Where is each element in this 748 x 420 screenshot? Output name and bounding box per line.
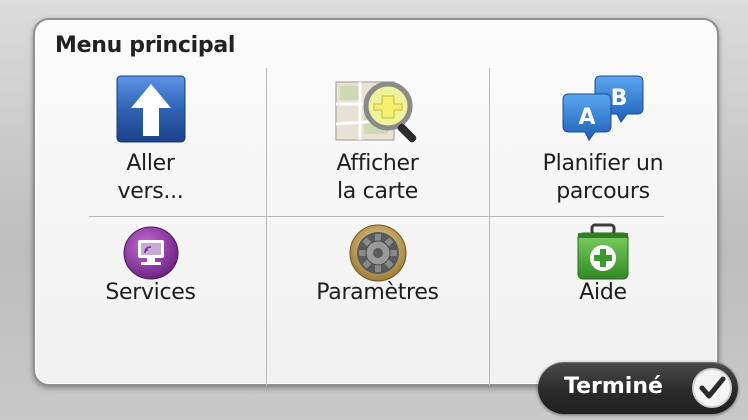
menu-item-label: Paramètres <box>316 280 439 305</box>
menu-item-label: Aller <box>126 151 175 176</box>
services-monitor-icon <box>119 225 183 281</box>
menu-item-label: Aide <box>579 280 627 305</box>
menu-item-label: Services <box>105 280 196 305</box>
menu-item-label: la carte <box>337 179 418 204</box>
navigate-arrow-icon <box>109 74 193 144</box>
svg-text:B: B <box>611 86 628 111</box>
done-button-label: Terminé <box>564 374 663 399</box>
checkmark-icon <box>692 368 732 408</box>
menu-item-aide[interactable]: Aide <box>489 217 717 386</box>
menu-item-aller-vers[interactable]: Aller vers... <box>35 68 266 216</box>
help-firstaid-icon <box>572 221 634 283</box>
menu-item-services[interactable]: Services <box>35 217 266 386</box>
menu-item-label: vers... <box>117 179 184 204</box>
settings-gear-icon <box>346 223 410 283</box>
menu-item-label: Afficher <box>336 151 419 176</box>
route-ab-icon: B A <box>557 74 649 144</box>
menu-item-label: Planifier un <box>542 151 664 176</box>
map-magnifier-icon <box>330 74 426 144</box>
menu-item-afficher-la-carte[interactable]: Afficher la carte <box>266 68 489 216</box>
menu-grid: Aller vers... Afficher la carte B A Plan… <box>35 68 717 386</box>
menu-item-label: parcours <box>556 179 650 204</box>
menu-item-parametres[interactable]: Paramètres <box>266 217 489 386</box>
menu-item-planifier-un-parcours[interactable]: B A Planifier un parcours <box>489 68 717 216</box>
page-title: Menu principal <box>55 33 236 58</box>
main-menu-panel: Menu principal Aller vers... Afficher la… <box>33 18 719 386</box>
done-button[interactable]: Terminé <box>538 362 738 414</box>
svg-text:A: A <box>578 105 595 130</box>
